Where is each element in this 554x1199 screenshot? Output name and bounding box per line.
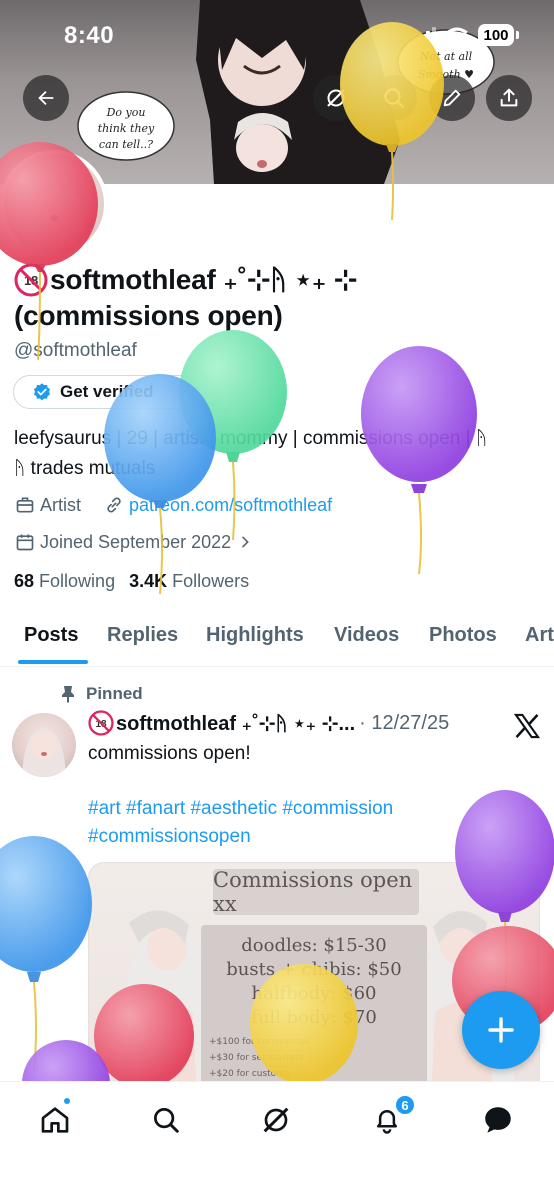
profile-avatar[interactable]	[0, 150, 108, 258]
price-note-2: +$30 for set starters	[209, 1053, 304, 1063]
tweet-date[interactable]: · 12/27/25	[359, 712, 449, 735]
no-under-18-icon: 18	[88, 710, 114, 736]
following-count: 68	[14, 571, 35, 591]
balloon-blue-left	[0, 836, 92, 1071]
tweet-header: 18 softmothleaf ₊˚⊹ᚤ ⋆₊ ⊹... · 12/27/25	[88, 710, 449, 736]
search-icon	[384, 88, 405, 109]
no-under-18-icon: 18	[14, 263, 48, 297]
search-profile-button[interactable]	[371, 75, 417, 121]
banner-speech-left-3: can tell..?	[99, 138, 153, 151]
profile-joined-date: Joined September 2022	[40, 531, 232, 552]
nav-grok[interactable]	[256, 1100, 296, 1140]
briefcase-icon	[14, 494, 36, 516]
tab-highlights[interactable]: Highlights	[206, 624, 304, 647]
grok-icon	[263, 1107, 289, 1133]
chevron-right-icon	[242, 536, 249, 548]
profile-meta-row: Artist patreon.com/softmothleaf	[14, 494, 332, 516]
messages-icon	[485, 1107, 511, 1133]
nav-home[interactable]	[35, 1100, 75, 1140]
profile-handle: @softmothleaf	[14, 340, 137, 361]
price-fullbody: full body: $70	[251, 1007, 377, 1028]
nav-search[interactable]	[146, 1100, 186, 1140]
home-unread-dot	[62, 1096, 72, 1106]
search-icon	[154, 1108, 179, 1133]
price-note-3: +$20 for customs	[209, 1069, 290, 1079]
active-tab-indicator	[18, 660, 88, 664]
home-icon	[41, 1107, 69, 1133]
price-note-1: +$100 for commercial	[209, 1037, 311, 1047]
profile-banner[interactable]: Do you think they can tell..? Not at all…	[0, 0, 554, 184]
tab-articles[interactable]: Articles	[525, 624, 554, 647]
profile-tabs: Posts Replies Highlights Videos Photos A…	[0, 612, 554, 667]
tab-posts[interactable]: Posts	[24, 624, 78, 647]
media-title: Commissions open xx	[213, 868, 419, 916]
banner-speech-left-2: think they	[98, 122, 155, 135]
status-bar: 8:40 100	[0, 0, 554, 60]
tweet-author-avatar[interactable]	[12, 713, 76, 777]
tab-photos[interactable]: Photos	[429, 624, 497, 647]
link-icon	[103, 494, 125, 516]
price-busts: busts + chibis: $50	[226, 959, 402, 980]
battery-indicator: 100	[478, 24, 519, 46]
avatar-image	[4, 154, 104, 254]
followers-count: 3.4K	[129, 571, 168, 591]
tweet-text: commissions open!	[88, 743, 251, 764]
profile-joined-row[interactable]: Joined September 2022	[14, 531, 253, 553]
share-button[interactable]	[486, 75, 532, 121]
tweet-avatar-illustration	[22, 727, 66, 777]
get-verified-label: Get verified	[60, 382, 154, 401]
compose-post-button[interactable]	[462, 991, 540, 1069]
arrow-left-icon	[38, 90, 54, 106]
edit-profile-button[interactable]	[429, 75, 475, 121]
tweet-media-image[interactable]: Commissions open xx doodles: $15-30 bust…	[88, 862, 540, 1102]
hashtags-line-1[interactable]: #art #fanart #aesthetic #commission	[88, 795, 508, 823]
profile-name-line-2: (commissions open)	[14, 300, 283, 331]
get-verified-button[interactable]: Get verified	[13, 375, 198, 409]
grok-icon	[327, 89, 345, 107]
profile-category: Artist	[40, 494, 82, 515]
pin-icon	[62, 686, 74, 703]
wifi-icon	[446, 27, 468, 43]
share-icon	[500, 88, 518, 107]
pinned-label: Pinned	[86, 684, 143, 703]
plus-icon	[488, 1017, 514, 1043]
avatar-illustration	[22, 176, 86, 254]
signal-icon	[414, 27, 436, 43]
x-logo-icon[interactable]	[513, 712, 541, 740]
calendar-icon	[14, 531, 36, 553]
profile-bio: leefysaurus | 29 | artist | mommy | comm…	[14, 424, 544, 484]
profile-website-link[interactable]: patreon.com/softmothleaf	[129, 495, 332, 516]
bio-line-2: ᚤ trades mutuals	[14, 458, 156, 479]
pinned-indicator: Pinned	[60, 684, 143, 704]
profile-name-text: softmothleaf ₊˚⊹ᚤ ⋆₊ ⊹	[50, 264, 358, 295]
notifications-badge: 6	[394, 1094, 416, 1116]
bottom-navigation: 6	[0, 1081, 554, 1199]
nav-messages[interactable]	[478, 1100, 518, 1140]
back-button[interactable]	[23, 75, 69, 121]
status-icons: 100	[414, 24, 519, 46]
verified-badge-icon	[33, 383, 51, 401]
price-doodles: doodles: $15-30	[241, 935, 387, 956]
tweet-hashtags: #art #fanart #aesthetic #commission #com…	[88, 795, 508, 851]
pencil-icon	[443, 89, 461, 107]
tab-videos[interactable]: Videos	[334, 624, 399, 647]
profile-name-line-1: 18 softmothleaf ₊˚⊹ᚤ ⋆₊ ⊹	[14, 262, 544, 298]
tab-replies[interactable]: Replies	[107, 624, 178, 647]
following-link[interactable]: 68 Following	[14, 571, 115, 592]
status-time: 8:40	[64, 22, 115, 49]
tweet-author-name[interactable]: softmothleaf ₊˚⊹ᚤ ⋆₊ ⊹...	[116, 711, 355, 736]
banner-speech-left-1: Do you	[106, 106, 146, 119]
price-halfbody: halfbody: $60	[251, 983, 377, 1004]
bio-line-1: leefysaurus | 29 | artist | mommy | comm…	[14, 428, 488, 449]
following-label: Following	[39, 571, 116, 591]
followers-link[interactable]: 3.4K Followers	[129, 571, 249, 592]
hashtags-line-2[interactable]: #commissionsopen	[88, 823, 508, 851]
follow-stats: 68 Following 3.4K Followers	[14, 571, 249, 592]
followers-label: Followers	[172, 571, 250, 591]
profile-name: 18 softmothleaf ₊˚⊹ᚤ ⋆₊ ⊹ (commissions o…	[14, 262, 544, 334]
grok-button[interactable]	[313, 75, 359, 121]
